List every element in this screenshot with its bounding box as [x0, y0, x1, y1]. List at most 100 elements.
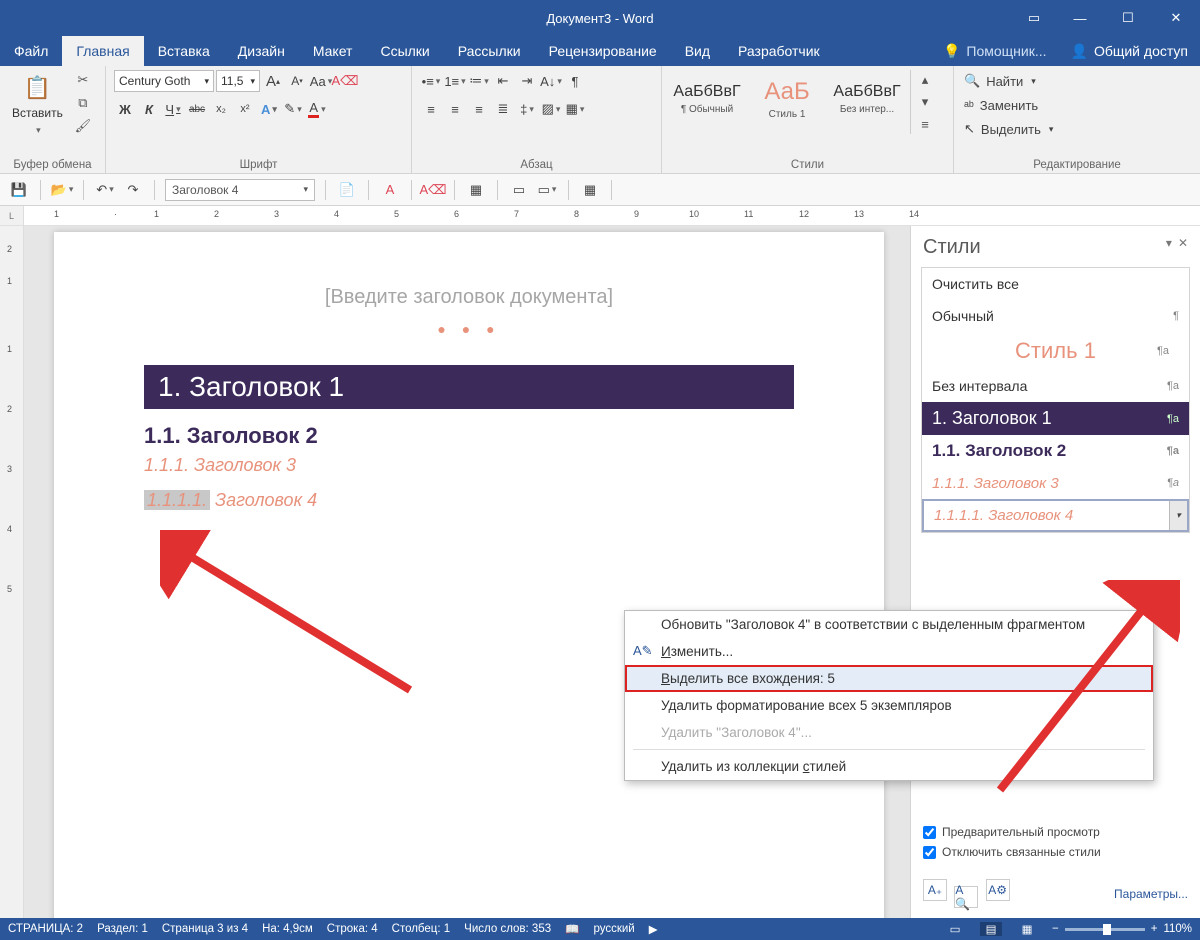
- zoom-control[interactable]: − + 110%: [1052, 923, 1192, 935]
- style-inspector-button[interactable]: A🔍: [954, 886, 978, 908]
- view-print-button[interactable]: ▤: [980, 922, 1002, 936]
- style-heading1[interactable]: 1. Заголовок 1¶a: [922, 402, 1189, 435]
- qat-btn-1[interactable]: 📄: [336, 179, 358, 201]
- status-line[interactable]: Строка: 4: [327, 923, 378, 935]
- heading-1[interactable]: 1. Заголовок 1: [144, 365, 794, 409]
- superscript-button[interactable]: x²: [234, 98, 256, 120]
- bold-button[interactable]: Ж: [114, 98, 136, 120]
- sort-button[interactable]: A↓: [540, 70, 562, 92]
- text-effects-button[interactable]: A: [258, 98, 280, 120]
- font-size-combo[interactable]: 11,5▾: [216, 70, 260, 92]
- tab-developer[interactable]: Разработчик: [724, 36, 834, 66]
- qat-btn-6[interactable]: ▭: [536, 179, 558, 201]
- paste-button[interactable]: 📋 Вставить: [8, 70, 67, 138]
- tell-me[interactable]: 💡Помощник...: [931, 36, 1059, 66]
- heading-3[interactable]: 1.1.1. Заголовок 3: [144, 455, 794, 476]
- find-button[interactable]: 🔍Найти▾: [964, 70, 1036, 92]
- tab-layout[interactable]: Макет: [299, 36, 367, 66]
- vertical-ruler[interactable]: 2112345: [0, 226, 24, 918]
- cut-button[interactable]: ✂: [73, 70, 93, 90]
- show-marks-button[interactable]: ¶: [564, 70, 586, 92]
- status-page-of[interactable]: Страница 3 из 4: [162, 923, 248, 935]
- scroll-up-icon[interactable]: ▴: [915, 70, 935, 90]
- open-button[interactable]: 📂: [51, 179, 73, 201]
- style-normal[interactable]: АаБбВвГ ¶ Обычный: [670, 70, 744, 128]
- underline-button[interactable]: Ч: [162, 98, 184, 120]
- indent-dec-button[interactable]: ⇤: [492, 70, 514, 92]
- tab-home[interactable]: Главная: [62, 36, 143, 66]
- style-clear-all[interactable]: Очистить все: [922, 268, 1189, 300]
- zoom-out-button[interactable]: −: [1052, 923, 1059, 935]
- zoom-in-button[interactable]: +: [1151, 923, 1158, 935]
- align-right-button[interactable]: ≡: [468, 98, 490, 120]
- ribbon-options-icon[interactable]: ▭: [1012, 0, 1056, 36]
- highlight-button[interactable]: ✎: [282, 98, 304, 120]
- style-heading2[interactable]: 1.1. Заголовок 2¶a: [922, 435, 1189, 467]
- status-language[interactable]: русский: [593, 923, 634, 935]
- tab-mailings[interactable]: Рассылки: [444, 36, 535, 66]
- zoom-level[interactable]: 110%: [1163, 923, 1192, 935]
- align-left-button[interactable]: ≡: [420, 98, 442, 120]
- disable-linked-checkbox[interactable]: Отключить связанные стили: [923, 845, 1188, 859]
- style-normal[interactable]: Обычный¶: [922, 300, 1189, 332]
- replace-button[interactable]: ᵃᵇЗаменить: [964, 94, 1038, 116]
- styles-options-link[interactable]: Параметры...: [1114, 887, 1188, 901]
- copy-button[interactable]: ⧉: [73, 93, 93, 113]
- status-section[interactable]: Раздел: 1: [97, 923, 148, 935]
- document-area[interactable]: [Введите заголовок документа] ● ● ● 1. З…: [24, 226, 910, 918]
- heading-2[interactable]: 1.1. Заголовок 2: [144, 423, 794, 449]
- qat-btn-2[interactable]: A: [379, 179, 401, 201]
- justify-button[interactable]: ≣: [492, 98, 514, 120]
- ruler-corner[interactable]: L: [0, 206, 24, 225]
- subscript-button[interactable]: x₂: [210, 98, 232, 120]
- clear-format-button[interactable]: A⌫: [334, 70, 356, 92]
- change-case-button[interactable]: Aa: [310, 70, 332, 92]
- tab-insert[interactable]: Вставка: [144, 36, 224, 66]
- shrink-font-button[interactable]: A▾: [286, 70, 308, 92]
- undo-button[interactable]: ↶: [94, 179, 116, 201]
- zoom-slider[interactable]: [1065, 928, 1145, 931]
- manage-styles-button[interactable]: A⚙: [986, 879, 1010, 901]
- status-page[interactable]: СТРАНИЦА: 2: [8, 923, 83, 935]
- expand-gallery-icon[interactable]: ≡: [915, 114, 935, 134]
- format-painter-button[interactable]: 🖌: [73, 116, 93, 136]
- style-nospacing[interactable]: Без интервала¶a: [922, 370, 1189, 402]
- select-button[interactable]: ↖Выделить▾: [964, 118, 1053, 140]
- qat-btn-3[interactable]: A⌫: [422, 179, 444, 201]
- style-nospacing[interactable]: АаБбВвГ Без интер...: [830, 70, 904, 128]
- tab-references[interactable]: Ссылки: [366, 36, 443, 66]
- view-web-button[interactable]: ▦: [1016, 922, 1038, 936]
- tab-view[interactable]: Вид: [671, 36, 724, 66]
- bullets-button[interactable]: •≡: [420, 70, 442, 92]
- maximize-button[interactable]: ☐: [1104, 0, 1152, 36]
- tab-design[interactable]: Дизайн: [224, 36, 299, 66]
- save-button[interactable]: 💾: [8, 179, 30, 201]
- close-button[interactable]: ✕: [1152, 0, 1200, 36]
- share-button[interactable]: 👤Общий доступ: [1059, 36, 1200, 66]
- font-family-combo[interactable]: Century Goth▾: [114, 70, 214, 92]
- status-words[interactable]: Число слов: 353: [464, 923, 551, 935]
- pane-close-icon[interactable]: ✕: [1178, 236, 1188, 259]
- style-dropdown-button[interactable]: ▾: [1169, 501, 1187, 530]
- scroll-down-icon[interactable]: ▾: [915, 92, 935, 112]
- borders-button[interactable]: ▦: [564, 98, 586, 120]
- pane-dropdown-icon[interactable]: ▾: [1166, 236, 1172, 259]
- qat-btn-7[interactable]: ▦: [579, 179, 601, 201]
- minimize-button[interactable]: ―: [1056, 0, 1104, 36]
- tab-file[interactable]: Файл: [0, 36, 62, 66]
- status-column[interactable]: Столбец: 1: [392, 923, 451, 935]
- heading-4[interactable]: 1.1.1.1. Заголовок 4: [144, 490, 794, 511]
- style-heading4[interactable]: 1.1.1.1. Заголовок 4 ▾: [922, 499, 1189, 532]
- font-color-button[interactable]: A: [306, 98, 328, 120]
- style-heading3[interactable]: 1.1.1. Заголовок 3¶a: [922, 467, 1189, 499]
- view-read-button[interactable]: ▭: [944, 922, 966, 936]
- numbering-button[interactable]: 1≡: [444, 70, 466, 92]
- status-macro-icon[interactable]: ▶: [649, 922, 658, 936]
- multilevel-button[interactable]: ≔: [468, 70, 490, 92]
- style-style1[interactable]: АаБ Стиль 1: [750, 70, 824, 128]
- status-position[interactable]: На: 4,9см: [262, 923, 313, 935]
- preview-checkbox[interactable]: Предварительный просмотр: [923, 825, 1188, 839]
- italic-button[interactable]: К: [138, 98, 160, 120]
- redo-button[interactable]: ↷: [122, 179, 144, 201]
- qat-btn-4[interactable]: ▦: [465, 179, 487, 201]
